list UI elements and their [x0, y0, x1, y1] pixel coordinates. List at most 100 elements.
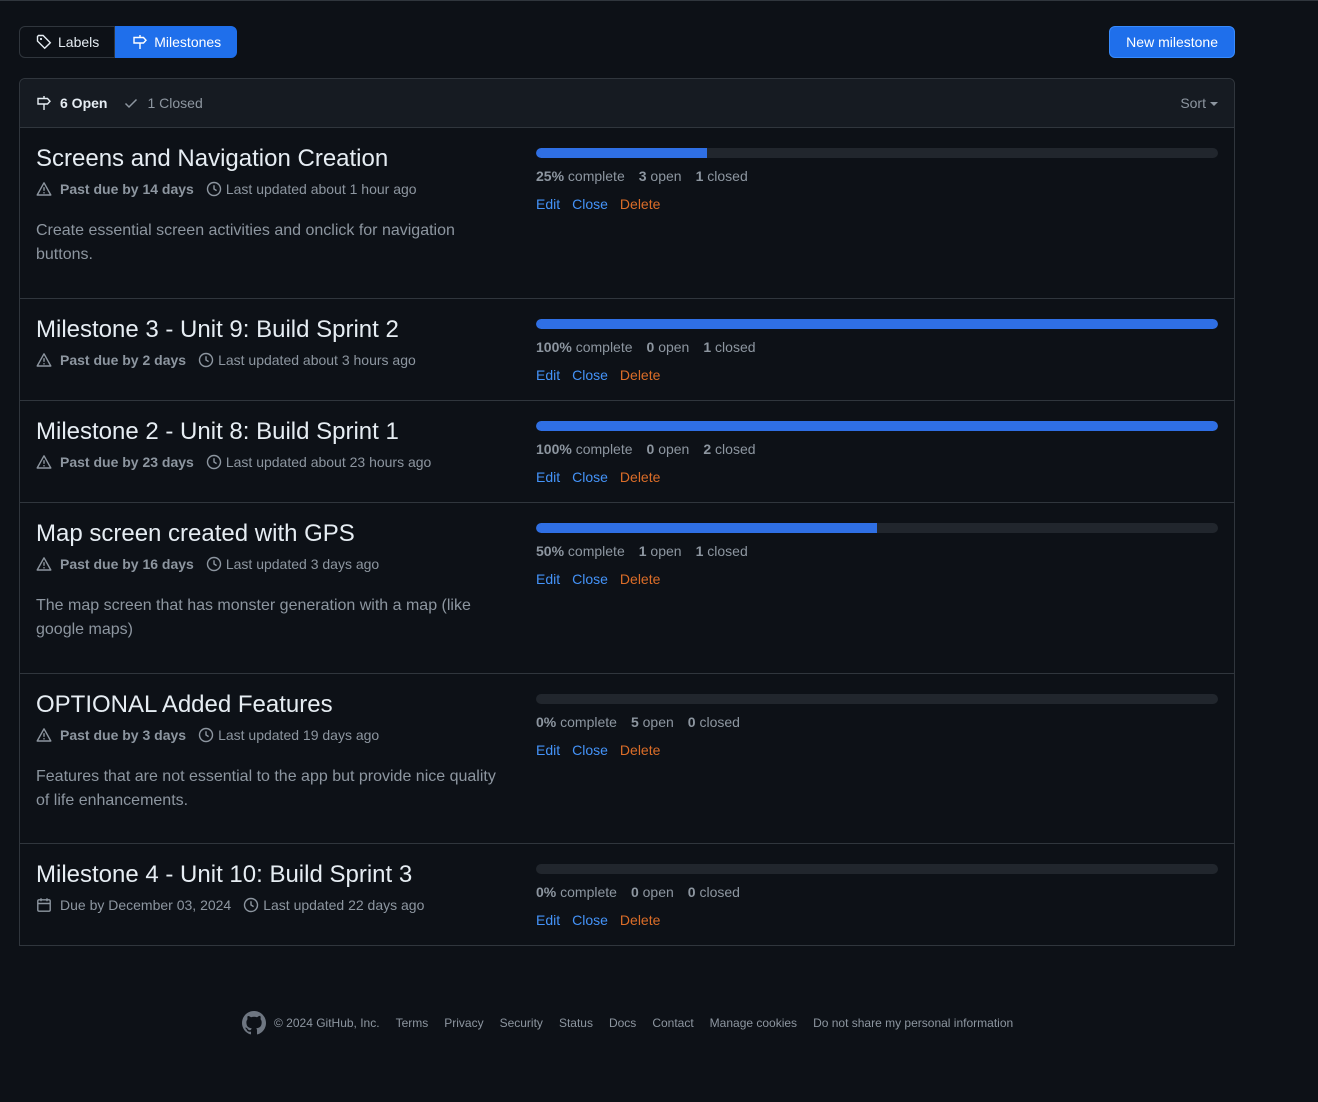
percent-complete: 0% complete: [536, 884, 617, 900]
delete-link[interactable]: Delete: [620, 912, 660, 928]
progress-bar-fill: [536, 319, 1218, 329]
clock-icon: [206, 556, 222, 572]
milestone-title[interactable]: Milestone 2 - Unit 8: Build Sprint 1: [36, 417, 399, 447]
milestone-due-text: Past due by 14 days: [60, 181, 194, 197]
closed-issues[interactable]: 0 closed: [688, 714, 740, 730]
milestone-updated: Last updated about 23 hours ago: [206, 454, 431, 470]
milestone-updated-text: Last updated 22 days ago: [263, 897, 425, 913]
close-link[interactable]: Close: [572, 196, 608, 212]
alert-icon: [36, 728, 52, 742]
milestone-stats: 50% complete 1 open 1 closed: [536, 541, 1218, 561]
milestone-stats: 100% complete 0 open 1 closed: [536, 337, 1218, 357]
open-issues[interactable]: 5 open: [631, 714, 674, 730]
edit-link[interactable]: Edit: [536, 196, 560, 212]
edit-link[interactable]: Edit: [536, 571, 560, 587]
open-filter[interactable]: 6 Open: [36, 95, 107, 111]
delete-link[interactable]: Delete: [620, 196, 660, 212]
milestone-info: Milestone 4 - Unit 10: Build Sprint 3 Du…: [36, 860, 516, 915]
milestone-description: The map screen that has monster generati…: [36, 597, 471, 638]
milestone-info: Milestone 3 - Unit 9: Build Sprint 2 Pas…: [36, 315, 516, 370]
open-issues[interactable]: 0 open: [647, 441, 690, 457]
milestone-progress-panel: 0% complete 5 open 0 closed Edit Close D…: [536, 694, 1218, 760]
progress-bar: [536, 319, 1218, 329]
footer-link-terms[interactable]: Terms: [396, 1016, 429, 1030]
close-link[interactable]: Close: [572, 912, 608, 928]
milestone-title[interactable]: Milestone 4 - Unit 10: Build Sprint 3: [36, 860, 412, 890]
milestone-title[interactable]: Milestone 3 - Unit 9: Build Sprint 2: [36, 315, 399, 345]
milestone-due: Past due by 16 days: [36, 556, 194, 572]
milestone-meta: Past due by 14 days Last updated about 1…: [36, 179, 516, 199]
close-link[interactable]: Close: [572, 571, 608, 587]
open-issues[interactable]: 0 open: [647, 339, 690, 355]
delete-link[interactable]: Delete: [620, 571, 660, 587]
milestone-rows: Screens and Navigation Creation Past due…: [20, 128, 1234, 945]
closed-issues[interactable]: 1 closed: [703, 339, 755, 355]
footer-link-manage-cookies[interactable]: Manage cookies: [710, 1016, 797, 1030]
open-issues[interactable]: 1 open: [639, 543, 682, 559]
closed-issues[interactable]: 0 closed: [688, 884, 740, 900]
clock-icon: [206, 181, 222, 197]
footer: © 2024 GitHub, Inc. Terms Privacy Securi…: [242, 1011, 1029, 1035]
edit-link[interactable]: Edit: [536, 367, 560, 383]
open-issues[interactable]: 3 open: [639, 168, 682, 184]
milestone-due-text: Past due by 2 days: [60, 352, 187, 368]
closed-issues[interactable]: 1 closed: [696, 168, 748, 184]
milestone-updated-text: Last updated about 3 hours ago: [218, 352, 416, 368]
milestone-actions: Edit Close Delete: [536, 910, 1218, 930]
close-link[interactable]: Close: [572, 469, 608, 485]
milestone-row: Milestone 3 - Unit 9: Build Sprint 2 Pas…: [20, 299, 1234, 401]
closed-issues[interactable]: 1 closed: [696, 543, 748, 559]
footer-link-privacy[interactable]: Privacy: [444, 1016, 483, 1030]
closed-filter[interactable]: 1 Closed: [123, 95, 203, 111]
footer-link-contact[interactable]: Contact: [652, 1016, 693, 1030]
milestone-meta: Past due by 3 days Last updated 19 days …: [36, 725, 516, 745]
milestone-title[interactable]: Map screen created with GPS: [36, 519, 355, 549]
caret-down-icon: [1210, 102, 1218, 106]
milestone-title[interactable]: Screens and Navigation Creation: [36, 144, 388, 174]
top-divider: [0, 0, 1318, 1]
delete-link[interactable]: Delete: [620, 469, 660, 485]
edit-link[interactable]: Edit: [536, 469, 560, 485]
new-milestone-button[interactable]: New milestone: [1109, 26, 1235, 58]
milestone-stats: 25% complete 3 open 1 closed: [536, 166, 1218, 186]
progress-bar: [536, 148, 1218, 158]
milestone-progress-panel: 100% complete 0 open 2 closed Edit Close…: [536, 421, 1218, 487]
github-logo-icon[interactable]: [242, 1011, 266, 1035]
milestone-stats: 0% complete 5 open 0 closed: [536, 712, 1218, 732]
milestone-title[interactable]: OPTIONAL Added Features: [36, 690, 333, 720]
sort-dropdown[interactable]: Sort: [1180, 79, 1218, 127]
milestone-due: Past due by 23 days: [36, 454, 194, 470]
edit-link[interactable]: Edit: [536, 912, 560, 928]
progress-bar: [536, 694, 1218, 704]
milestone-icon: [37, 96, 51, 110]
edit-link[interactable]: Edit: [536, 742, 560, 758]
progress-bar-fill: [536, 148, 707, 158]
open-issues[interactable]: 0 open: [631, 884, 674, 900]
milestone-actions: Edit Close Delete: [536, 467, 1218, 487]
milestones-tab[interactable]: Milestones: [115, 26, 238, 58]
close-link[interactable]: Close: [572, 367, 608, 383]
delete-link[interactable]: Delete: [620, 742, 660, 758]
milestone-updated: Last updated 22 days ago: [243, 897, 424, 913]
milestone-updated: Last updated 3 days ago: [206, 556, 379, 572]
milestone-row: OPTIONAL Added Features Past due by 3 da…: [20, 674, 1234, 844]
footer-link-status[interactable]: Status: [559, 1016, 593, 1030]
milestone-info: OPTIONAL Added Features Past due by 3 da…: [36, 690, 516, 813]
progress-bar: [536, 864, 1218, 874]
footer-link-do-not-share[interactable]: Do not share my personal information: [813, 1016, 1013, 1030]
alert-icon: [36, 182, 52, 196]
milestone-updated-text: Last updated 3 days ago: [225, 556, 380, 572]
progress-bar-fill: [536, 523, 877, 533]
clock-icon: [198, 727, 214, 743]
footer-link-security[interactable]: Security: [500, 1016, 543, 1030]
close-link[interactable]: Close: [572, 742, 608, 758]
closed-issues[interactable]: 2 closed: [703, 441, 755, 457]
milestone-due-text: Past due by 3 days: [60, 727, 187, 743]
footer-link-docs[interactable]: Docs: [609, 1016, 636, 1030]
labels-tab[interactable]: Labels: [19, 26, 116, 58]
milestone-due-text: Due by December 03, 2024: [60, 897, 232, 913]
open-count-label: 6 Open: [60, 95, 108, 111]
delete-link[interactable]: Delete: [620, 367, 660, 383]
milestone-updated: Last updated 19 days ago: [198, 727, 379, 743]
milestone-progress-panel: 100% complete 0 open 1 closed Edit Close…: [536, 319, 1218, 385]
